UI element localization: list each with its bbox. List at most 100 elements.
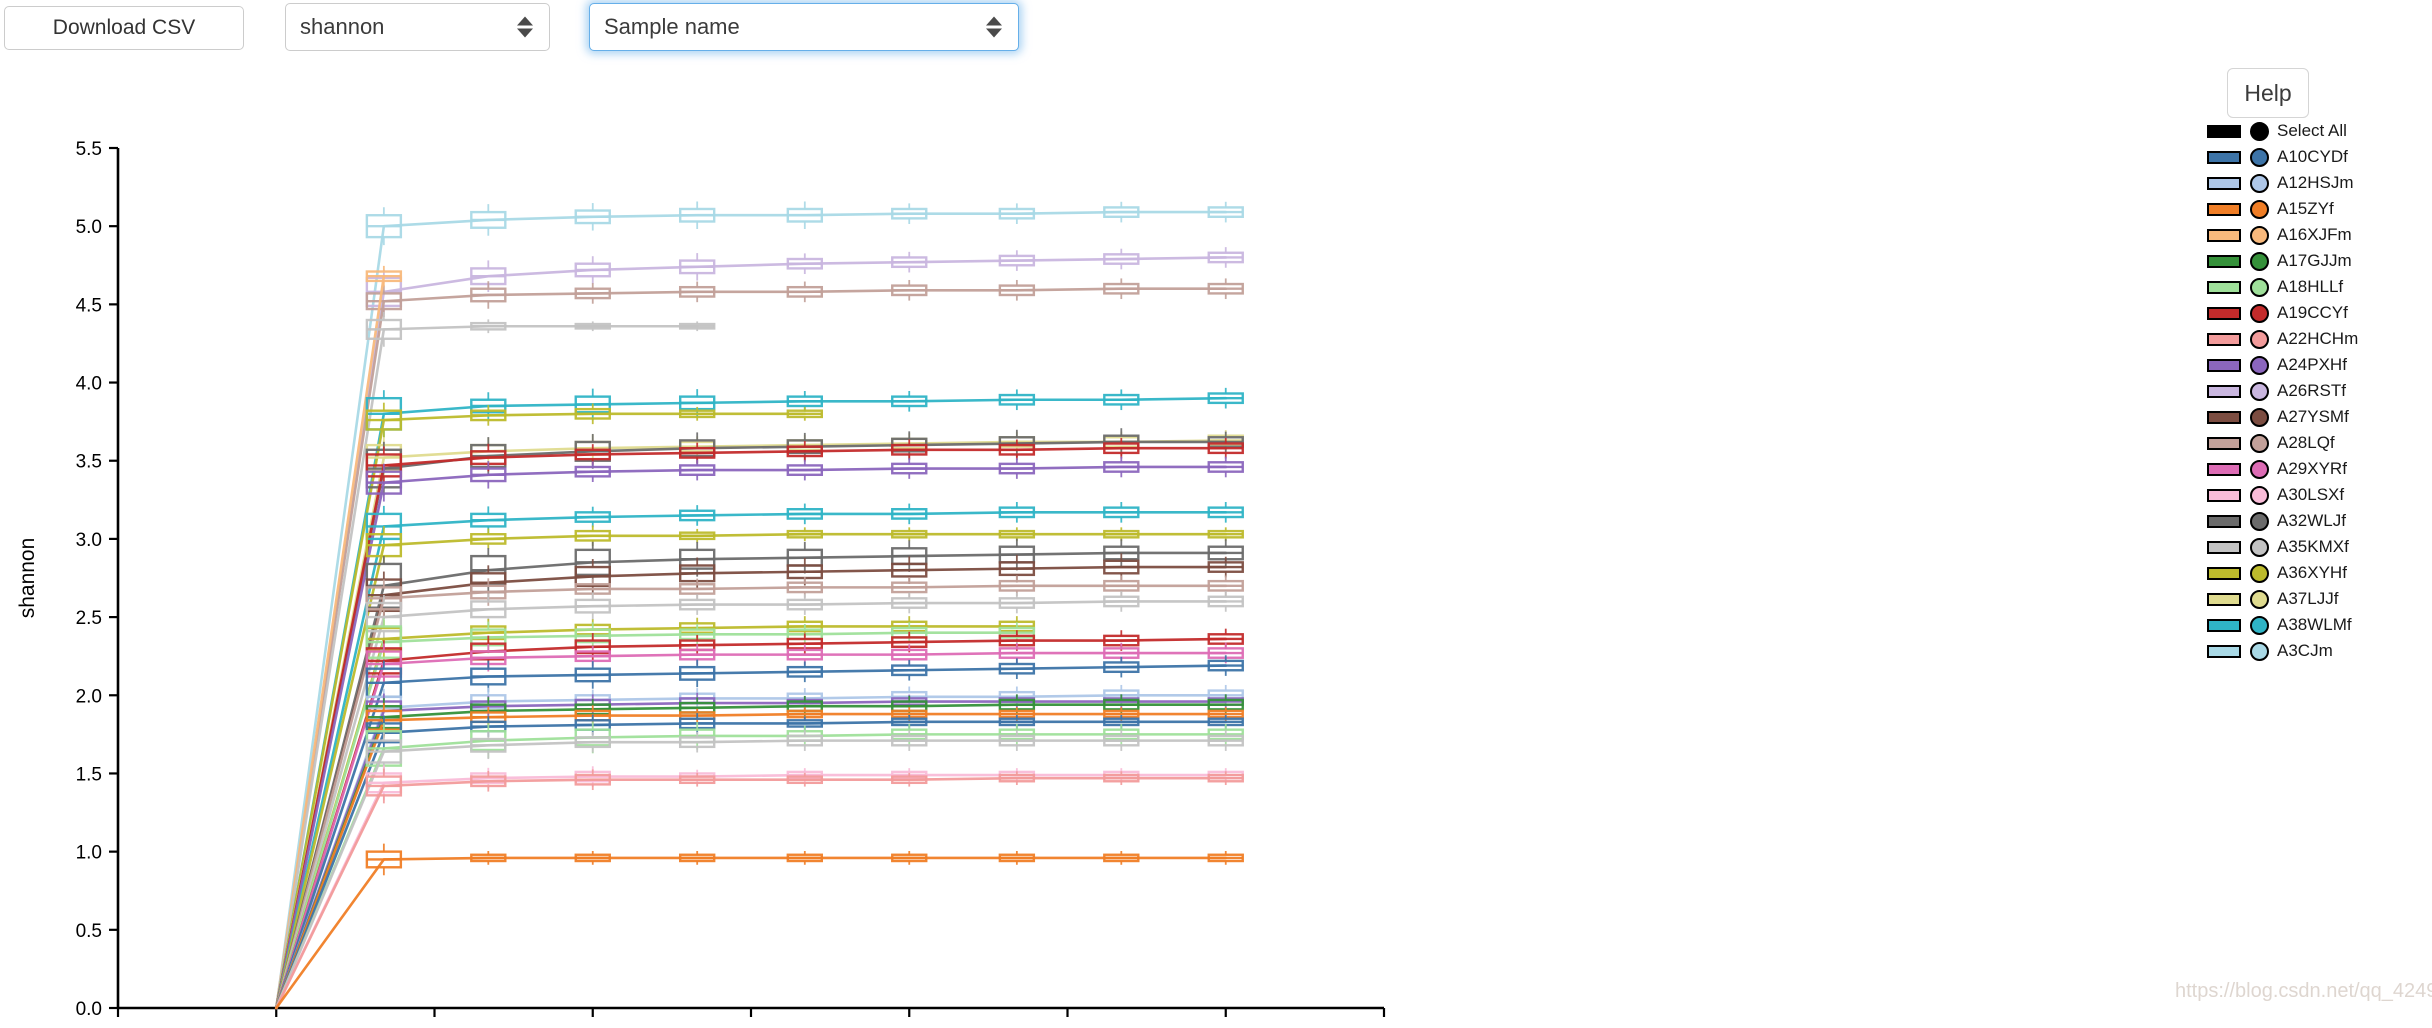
legend-item-select-all[interactable]: Select All bbox=[2185, 118, 2432, 144]
legend-color-dot-icon bbox=[2250, 147, 2269, 167]
download-csv-label: Download CSV bbox=[52, 16, 196, 39]
legend-color-bar-icon bbox=[2207, 566, 2241, 580]
legend-item[interactable]: A12HSJm bbox=[2185, 170, 2432, 196]
legend-color-dot-icon bbox=[2250, 563, 2269, 583]
group-by-select[interactable]: Sample name bbox=[589, 3, 1019, 51]
y-tick-label: 0.0 bbox=[76, 999, 102, 1020]
legend-color-dot-icon bbox=[2250, 589, 2269, 609]
series-line bbox=[274, 440, 1228, 1010]
legend-color-bar-icon bbox=[2207, 280, 2241, 294]
rarefaction-chart: -500005000100001500020000250003000035000… bbox=[0, 60, 2185, 1028]
legend-item[interactable]: A27YSMf bbox=[2185, 404, 2432, 430]
legend-item-label: A22HCHm bbox=[2277, 329, 2359, 348]
toolbar: Download CSV shannon Sample name bbox=[0, 0, 2432, 60]
help-label: Help bbox=[2244, 80, 2292, 106]
legend-item[interactable]: A10CYDf bbox=[2185, 144, 2432, 170]
legend-color-dot-icon bbox=[2250, 251, 2269, 271]
metric-select[interactable]: shannon bbox=[285, 3, 550, 51]
legend-color-bar-icon bbox=[2207, 358, 2241, 372]
legend-item-label: A32WLJf bbox=[2277, 511, 2346, 530]
legend-item[interactable]: A37LJJf bbox=[2185, 586, 2432, 612]
legend-color-bar-icon bbox=[2207, 410, 2241, 424]
legend-item[interactable]: A28LQf bbox=[2185, 430, 2432, 456]
legend-item[interactable]: A18HLLf bbox=[2185, 274, 2432, 300]
legend-color-dot-icon bbox=[2250, 355, 2269, 375]
y-axis-title: shannon bbox=[16, 538, 39, 619]
y-tick-label: 5.5 bbox=[76, 139, 102, 160]
legend-item[interactable]: A3CJm bbox=[2185, 638, 2432, 664]
legend-item[interactable]: A30LSXf bbox=[2185, 482, 2432, 508]
legend-item[interactable]: A22HCHm bbox=[2185, 326, 2432, 352]
legend-color-dot-icon bbox=[2250, 459, 2269, 479]
legend-item-label: A36XYHf bbox=[2277, 563, 2347, 582]
series-line bbox=[274, 210, 1228, 1010]
series-line bbox=[274, 584, 1228, 1010]
stepper-arrows-icon bbox=[517, 16, 533, 38]
legend-color-bar-icon bbox=[2207, 124, 2241, 138]
stepper-arrows-icon bbox=[986, 16, 1002, 38]
legend-item-label: A35KMXf bbox=[2277, 537, 2349, 556]
legend-item[interactable]: A17GJJm bbox=[2185, 248, 2432, 274]
legend-item[interactable]: A38WLMf bbox=[2185, 612, 2432, 638]
legend-item-label: A15ZYf bbox=[2277, 199, 2334, 218]
legend-color-dot-icon bbox=[2250, 277, 2269, 297]
y-tick-label: 4.5 bbox=[76, 295, 102, 316]
legend-item-label: A38WLMf bbox=[2277, 615, 2352, 634]
legend-color-bar-icon bbox=[2207, 618, 2241, 632]
help-button[interactable]: Help bbox=[2227, 68, 2309, 118]
legend-item[interactable]: A24PXHf bbox=[2185, 352, 2432, 378]
legend-item-label: A10CYDf bbox=[2277, 147, 2348, 166]
legend-item-label: A19CCYf bbox=[2277, 303, 2348, 322]
legend-color-dot-icon bbox=[2250, 537, 2269, 557]
legend-color-bar-icon bbox=[2207, 332, 2241, 346]
legend-color-bar-icon bbox=[2207, 540, 2241, 554]
legend-color-dot-icon bbox=[2250, 199, 2269, 219]
legend-color-bar-icon bbox=[2207, 592, 2241, 606]
metric-select-value: shannon bbox=[300, 14, 385, 39]
legend-color-bar-icon bbox=[2207, 176, 2241, 190]
series-line bbox=[274, 287, 1228, 1010]
legend-item-label: A3CJm bbox=[2277, 641, 2333, 660]
legend-item[interactable]: A19CCYf bbox=[2185, 300, 2432, 326]
legend-item-label: A18HLLf bbox=[2277, 277, 2344, 296]
y-tick-label: 5.0 bbox=[76, 217, 102, 238]
legend-item-label: A30LSXf bbox=[2277, 485, 2345, 504]
legend-color-bar-icon bbox=[2207, 306, 2241, 320]
series-line bbox=[274, 712, 1228, 1010]
legend-color-dot-icon bbox=[2250, 407, 2269, 427]
legend-color-dot-icon bbox=[2250, 511, 2269, 531]
legend-color-bar-icon bbox=[2207, 202, 2241, 216]
legend-color-dot-icon bbox=[2250, 381, 2269, 401]
download-csv-button[interactable]: Download CSV bbox=[4, 6, 244, 50]
legend-item[interactable]: A29XYRf bbox=[2185, 456, 2432, 482]
y-tick-label: 4.0 bbox=[76, 374, 102, 395]
legend-item[interactable]: A26RSTf bbox=[2185, 378, 2432, 404]
legend-item[interactable]: A32WLJf bbox=[2185, 508, 2432, 534]
y-tick-label: 0.5 bbox=[76, 921, 102, 942]
legend-item-label: A16XJFm bbox=[2277, 225, 2352, 244]
series-line bbox=[274, 856, 1228, 1010]
y-tick-label: 1.0 bbox=[76, 843, 102, 864]
legend-item-label: A27YSMf bbox=[2277, 407, 2349, 426]
legend-color-dot-icon bbox=[2250, 303, 2269, 323]
series-line bbox=[274, 631, 1019, 1010]
legend-color-bar-icon bbox=[2207, 228, 2241, 242]
legend-item-label: A12HSJm bbox=[2277, 173, 2354, 192]
legend-color-bar-icon bbox=[2207, 488, 2241, 502]
legend-item[interactable]: A35KMXf bbox=[2185, 534, 2432, 560]
y-tick-label: 3.5 bbox=[76, 452, 102, 473]
legend-item[interactable]: A15ZYf bbox=[2185, 196, 2432, 222]
y-tick-label: 1.5 bbox=[76, 764, 102, 785]
series-line bbox=[274, 720, 1228, 1010]
legend-color-bar-icon bbox=[2207, 384, 2241, 398]
legend-item-label: A24PXHf bbox=[2277, 355, 2347, 374]
legend-color-dot-icon bbox=[2250, 225, 2269, 245]
legend-item[interactable]: A36XYHf bbox=[2185, 560, 2432, 586]
series-group bbox=[274, 201, 1244, 1010]
legend-item-label: A28LQf bbox=[2277, 433, 2335, 452]
series-line bbox=[274, 700, 1228, 1010]
legend-color-dot-icon bbox=[2250, 485, 2269, 505]
y-tick-label: 3.0 bbox=[76, 530, 102, 551]
group-by-select-value: Sample name bbox=[604, 14, 740, 39]
legend-item[interactable]: A16XJFm bbox=[2185, 222, 2432, 248]
